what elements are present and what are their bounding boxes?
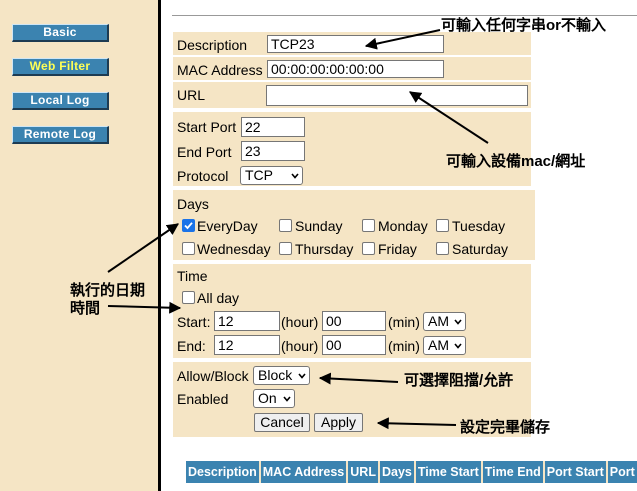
annotation-description: 可輸入任何字串or不輸入 xyxy=(441,17,607,34)
arrow-time xyxy=(107,301,182,314)
annotation-save: 設定完畢儲存 xyxy=(460,419,551,436)
arrow-mac-url xyxy=(408,91,489,144)
arrow-description xyxy=(364,29,441,50)
annotation-mac-url: 可輸入設備mac/網址 xyxy=(446,153,586,170)
annotation-schedule-line2: 時間 xyxy=(70,300,101,317)
arrow-days xyxy=(107,223,179,273)
arrow-apply xyxy=(376,417,457,430)
annotation-allow-block: 可選擇阻擋/允許 xyxy=(404,372,514,389)
arrow-allow-block xyxy=(318,372,399,385)
